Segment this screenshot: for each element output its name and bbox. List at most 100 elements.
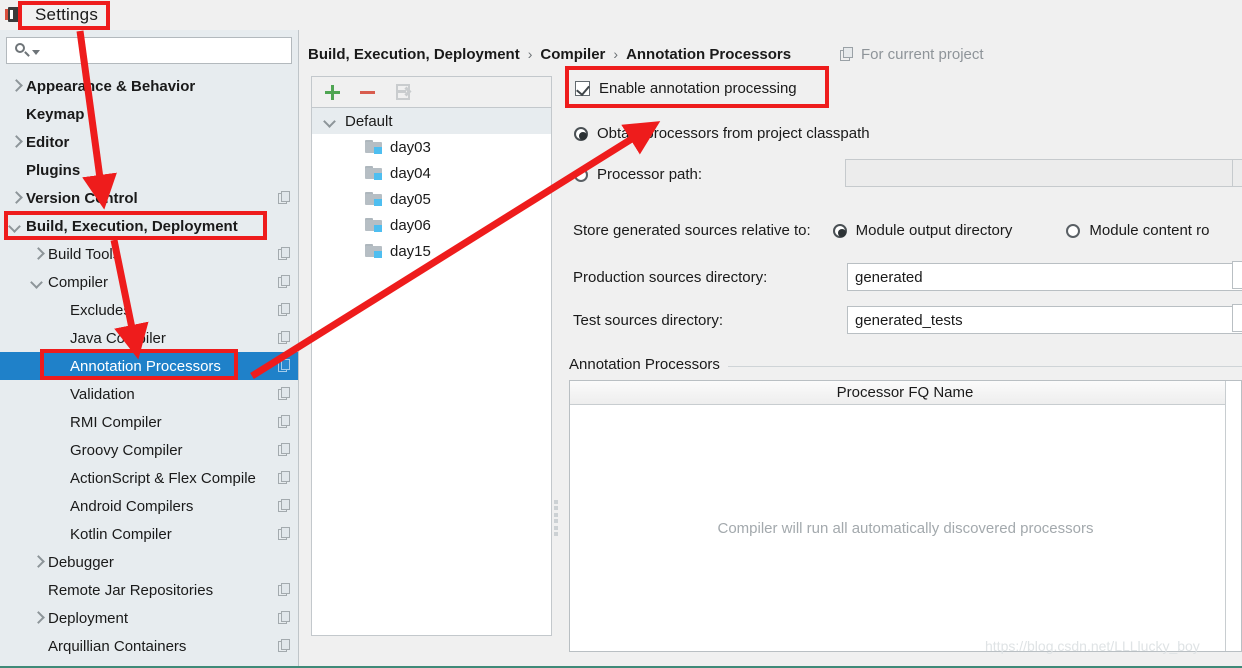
test-sources-input[interactable]: generated_tests bbox=[847, 306, 1242, 334]
sidebar-item-android-compilers[interactable]: Android Compilers bbox=[0, 492, 298, 520]
sidebar-item-label: Appearance & Behavior bbox=[26, 77, 196, 95]
sidebar-item-appearance-behavior[interactable]: Appearance & Behavior bbox=[0, 72, 298, 100]
obtain-from-classpath-label: Obtain processors from project classpath bbox=[597, 125, 870, 142]
breadcrumb: Build, Execution, Deployment › Compiler › An… bbox=[308, 42, 791, 66]
copy-icon[interactable] bbox=[278, 415, 292, 429]
sidebar-item-version-control[interactable]: Version Control bbox=[0, 184, 298, 212]
chevron-right-icon[interactable] bbox=[28, 553, 46, 571]
processors-table: Processor FQ Name Compiler will run all … bbox=[569, 380, 1242, 652]
sidebar-item-label: RMI Compiler bbox=[70, 413, 162, 431]
module-folder-icon bbox=[365, 244, 383, 258]
chevron-right-icon[interactable] bbox=[6, 133, 24, 151]
sidebar-item-arquillian-containers[interactable]: Arquillian Containers bbox=[0, 632, 298, 660]
import-icon[interactable] bbox=[394, 83, 412, 101]
processors-table-side-column bbox=[1225, 381, 1241, 651]
obtain-from-classpath-row[interactable]: Obtain processors from project classpath bbox=[574, 125, 870, 142]
sidebar-item-debugger[interactable]: Debugger bbox=[0, 548, 298, 576]
search-box[interactable] bbox=[6, 37, 292, 64]
sidebar-item-actionscript-flex-compile[interactable]: ActionScript & Flex Compile bbox=[0, 464, 298, 492]
copy-icon[interactable] bbox=[278, 275, 292, 289]
twisty-spacer bbox=[50, 329, 68, 347]
processors-table-header: Processor FQ Name bbox=[570, 381, 1241, 405]
sidebar-item-build-execution-deployment[interactable]: Build, Execution, Deployment bbox=[0, 212, 298, 240]
sidebar-item-java-compiler[interactable]: Java Compiler bbox=[0, 324, 298, 352]
copy-icon[interactable] bbox=[278, 471, 292, 485]
copy-icon[interactable] bbox=[278, 527, 292, 541]
sidebar-item-kotlin-compiler[interactable]: Kotlin Compiler bbox=[0, 520, 298, 548]
module-content-root-option[interactable]: Module content ro bbox=[1066, 222, 1231, 239]
production-sources-input[interactable]: generated bbox=[847, 263, 1242, 291]
module-output-directory-option[interactable]: Module output directory bbox=[832, 222, 1035, 239]
copy-icon[interactable] bbox=[278, 331, 292, 345]
copy-icon[interactable] bbox=[278, 359, 292, 373]
processor-fq-name-column-header[interactable]: Processor FQ Name bbox=[578, 384, 1234, 401]
chevron-down-icon[interactable] bbox=[32, 49, 40, 55]
copy-icon[interactable] bbox=[278, 191, 292, 205]
copy-icon[interactable] bbox=[278, 639, 292, 653]
obtain-from-classpath-radio[interactable] bbox=[574, 126, 588, 141]
module-list-item[interactable]: day04 bbox=[312, 160, 551, 186]
minus-icon[interactable] bbox=[359, 84, 376, 101]
search-input[interactable] bbox=[40, 42, 291, 59]
breadcrumb-part: Annotation Processors bbox=[626, 45, 792, 63]
sidebar-item-label: Kotlin Compiler bbox=[70, 525, 172, 543]
module-list-item[interactable]: day15 bbox=[312, 238, 551, 264]
module-folder-icon bbox=[365, 218, 383, 232]
chevron-right-icon[interactable] bbox=[6, 77, 24, 95]
enable-annotation-processing-label: Enable annotation processing bbox=[599, 80, 797, 97]
copy-icon[interactable] bbox=[278, 583, 292, 597]
intellij-idea-icon bbox=[5, 6, 23, 24]
test-sources-value: generated_tests bbox=[855, 311, 963, 329]
sidebar-item-validation[interactable]: Validation bbox=[0, 380, 298, 408]
sidebar-item-remote-jar-repositories[interactable]: Remote Jar Repositories bbox=[0, 576, 298, 604]
sidebar-item-rmi-compiler[interactable]: RMI Compiler bbox=[0, 408, 298, 436]
enable-annotation-processing-row[interactable]: Enable annotation processing bbox=[575, 80, 797, 97]
modules-toolbar bbox=[312, 77, 551, 108]
copy-icon[interactable] bbox=[278, 443, 292, 457]
chevron-down-icon[interactable] bbox=[6, 217, 24, 235]
sidebar-item-plugins[interactable]: Plugins bbox=[0, 156, 298, 184]
chevron-down-icon[interactable] bbox=[28, 273, 46, 291]
chevron-right-icon[interactable] bbox=[6, 189, 24, 207]
module-content-root-radio[interactable] bbox=[1066, 223, 1081, 238]
sidebar-item-deployment[interactable]: Deployment bbox=[0, 604, 298, 632]
module-output-directory-radio[interactable] bbox=[832, 223, 847, 238]
watermark: https://blog.csdn.net/LLLlucky_boy bbox=[985, 638, 1200, 654]
sidebar-item-label: Groovy Compiler bbox=[70, 441, 183, 459]
copy-icon[interactable] bbox=[278, 247, 292, 261]
copy-icon[interactable] bbox=[278, 387, 292, 401]
sidebar-item-annotation-processors[interactable]: Annotation Processors bbox=[0, 352, 298, 380]
sidebar-item-editor[interactable]: Editor bbox=[0, 128, 298, 156]
copy-icon[interactable] bbox=[278, 499, 292, 513]
enable-annotation-processing-checkbox[interactable] bbox=[575, 81, 590, 96]
copy-icon[interactable] bbox=[278, 611, 292, 625]
processor-path-browse-edge[interactable] bbox=[1232, 159, 1242, 187]
plus-icon[interactable] bbox=[324, 84, 341, 101]
breadcrumb-part: Build, Execution, Deployment bbox=[308, 45, 520, 63]
production-sources-label: Production sources directory: bbox=[573, 268, 768, 286]
sidebar-item-compiler[interactable]: Compiler bbox=[0, 268, 298, 296]
modules-group-row[interactable]: Default bbox=[312, 108, 551, 134]
twisty-spacer bbox=[50, 301, 68, 319]
sidebar-item-excludes[interactable]: Excludes bbox=[0, 296, 298, 324]
chevron-right-icon[interactable] bbox=[28, 609, 46, 627]
chevron-down-icon[interactable] bbox=[321, 112, 339, 130]
sidebar-item-keymap[interactable]: Keymap bbox=[0, 100, 298, 128]
module-list-item[interactable]: day05 bbox=[312, 186, 551, 212]
panel-splitter[interactable] bbox=[552, 76, 561, 636]
production-sources-edge[interactable] bbox=[1232, 261, 1242, 289]
sidebar-item-label: Validation bbox=[70, 385, 135, 403]
copy-icon[interactable] bbox=[278, 303, 292, 317]
processor-path-row[interactable]: Processor path: bbox=[574, 166, 702, 183]
test-sources-edge[interactable] bbox=[1232, 304, 1242, 332]
sidebar-item-groovy-compiler[interactable]: Groovy Compiler bbox=[0, 436, 298, 464]
sidebar-item-label: Java Compiler bbox=[70, 329, 166, 347]
module-list-item[interactable]: day06 bbox=[312, 212, 551, 238]
sidebar-item-label: Debugger bbox=[48, 553, 114, 571]
sidebar-item-build-tools[interactable]: Build Tools bbox=[0, 240, 298, 268]
processor-path-radio[interactable] bbox=[574, 167, 588, 182]
processor-path-input[interactable] bbox=[845, 159, 1233, 187]
production-sources-row: Production sources directory: generated bbox=[573, 263, 1242, 291]
module-list-item[interactable]: day03 bbox=[312, 134, 551, 160]
chevron-right-icon[interactable] bbox=[28, 245, 46, 263]
